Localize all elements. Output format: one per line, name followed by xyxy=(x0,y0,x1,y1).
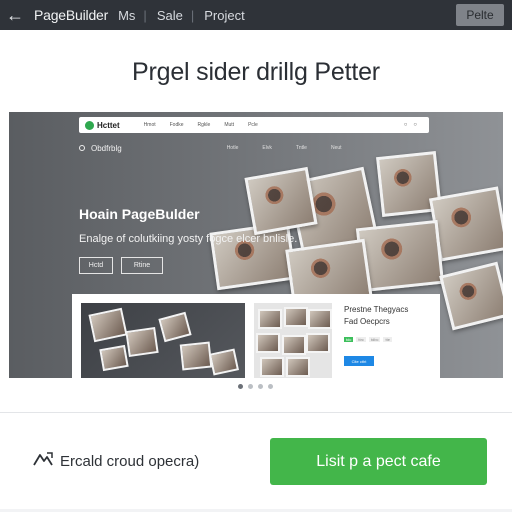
card-title: Prestne Thegyacs Fad Oecpcrs xyxy=(344,304,434,328)
preview-nav-icons: ○○ xyxy=(403,122,423,128)
preview-hero-title: Hoain PageBulder xyxy=(79,206,200,222)
logo-dot-icon xyxy=(85,120,94,130)
location-icon xyxy=(79,145,85,151)
card-title-line: Prestne Thegyacs xyxy=(344,305,409,314)
pager-dot[interactable] xyxy=(258,384,263,389)
preview-sub-link: Hotle xyxy=(226,145,239,151)
card-title-line: Fad Oecpcrs xyxy=(344,317,390,326)
back-arrow-icon[interactable]: ← xyxy=(0,0,30,30)
card-tag: tte xyxy=(383,337,392,342)
preview-mini-navbar: Hcttet Hmot Fodke Rgkle Mutt Pcle ○○ xyxy=(79,117,429,133)
template-preview[interactable]: Hcttet Hmot Fodke Rgkle Mutt Pcle ○○ Obd… xyxy=(9,112,503,378)
card-photo-grid xyxy=(254,303,332,378)
nav-item-sale[interactable]: Sale xyxy=(157,8,183,23)
nav-item-project[interactable]: Project xyxy=(204,8,244,23)
preview-nav-link: Hmot xyxy=(143,122,156,128)
pager-dot[interactable] xyxy=(268,384,273,389)
card-tag: ttrc xyxy=(356,337,366,342)
preview-hero-subtitle: Enalge of colutkiing yosty fogce elcer b… xyxy=(79,233,298,245)
card-tag: tdc xyxy=(344,337,354,342)
card-photo-stack xyxy=(81,303,245,378)
nav-separator: | xyxy=(143,7,147,23)
preview-sub-brand: Obdfrblg xyxy=(91,143,122,153)
preview-sub-link: Tntle xyxy=(295,145,307,151)
card-button: Clte ctht xyxy=(344,356,374,366)
preview-nav-link: Rgkle xyxy=(197,122,211,128)
preview-sub-link: Neut xyxy=(330,145,342,151)
preview-hero-button: Rtine xyxy=(121,257,163,274)
app-name: PageBuilder xyxy=(34,7,109,23)
card-tag: tdbc xyxy=(368,337,381,342)
preview-sub-navbar: Obdfrblg Hotle Elvk Tntle Neut xyxy=(79,142,459,154)
preview-hero-button: Hctd xyxy=(79,257,113,274)
preview-sub-link: Elvk xyxy=(262,145,272,151)
preview-feature-card: Prestne Thegyacs Fad Oecpcrs tdc ttrc td… xyxy=(72,294,440,378)
preview-nav-link: Pcle xyxy=(248,122,258,128)
pager-dot[interactable] xyxy=(238,384,243,389)
nav-item-ms[interactable]: Ms xyxy=(118,8,135,23)
card-tags: tdc ttrc tdbc tte xyxy=(344,337,392,342)
nav-separator: | xyxy=(190,7,195,23)
page-headline: Prgel sider drillg Petter xyxy=(132,58,380,86)
footer-caption: Ercald croud opecra) xyxy=(60,453,200,470)
cloud-arrow-icon xyxy=(33,452,53,466)
preview-nav-link: Fodke xyxy=(169,122,184,128)
app-topbar: ← PageBuilder Ms | Sale | Project Pelte xyxy=(0,0,512,30)
preview-nav-link: Mutt xyxy=(224,122,235,128)
topbar-action-button[interactable]: Pelte xyxy=(456,4,504,26)
section-divider xyxy=(0,412,512,413)
pager-dot[interactable] xyxy=(248,384,253,389)
preview-pager xyxy=(238,384,273,389)
cta-button[interactable]: Lisit p a pect cafe xyxy=(270,438,487,485)
preview-brand: Hcttet xyxy=(97,120,120,130)
